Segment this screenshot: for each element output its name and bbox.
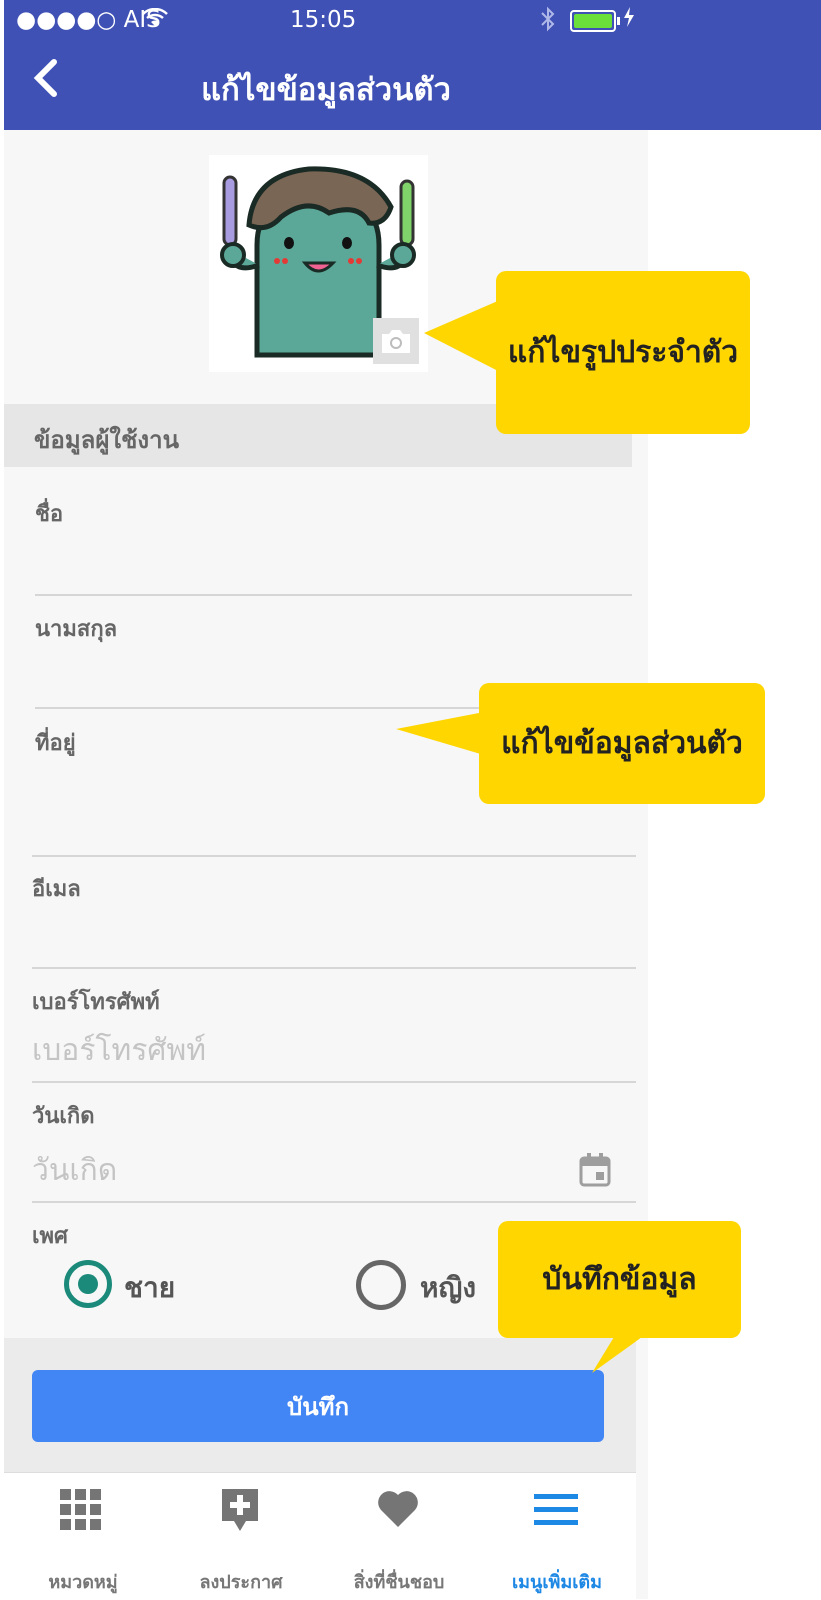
callout-edit-photo: แก้ไขรูปประจำตัว	[496, 271, 750, 434]
callout-save-info: บันทึกข้อมูล	[498, 1221, 741, 1338]
callout-edit-info: แก้ไขข้อมูลส่วนตัว	[479, 683, 765, 804]
